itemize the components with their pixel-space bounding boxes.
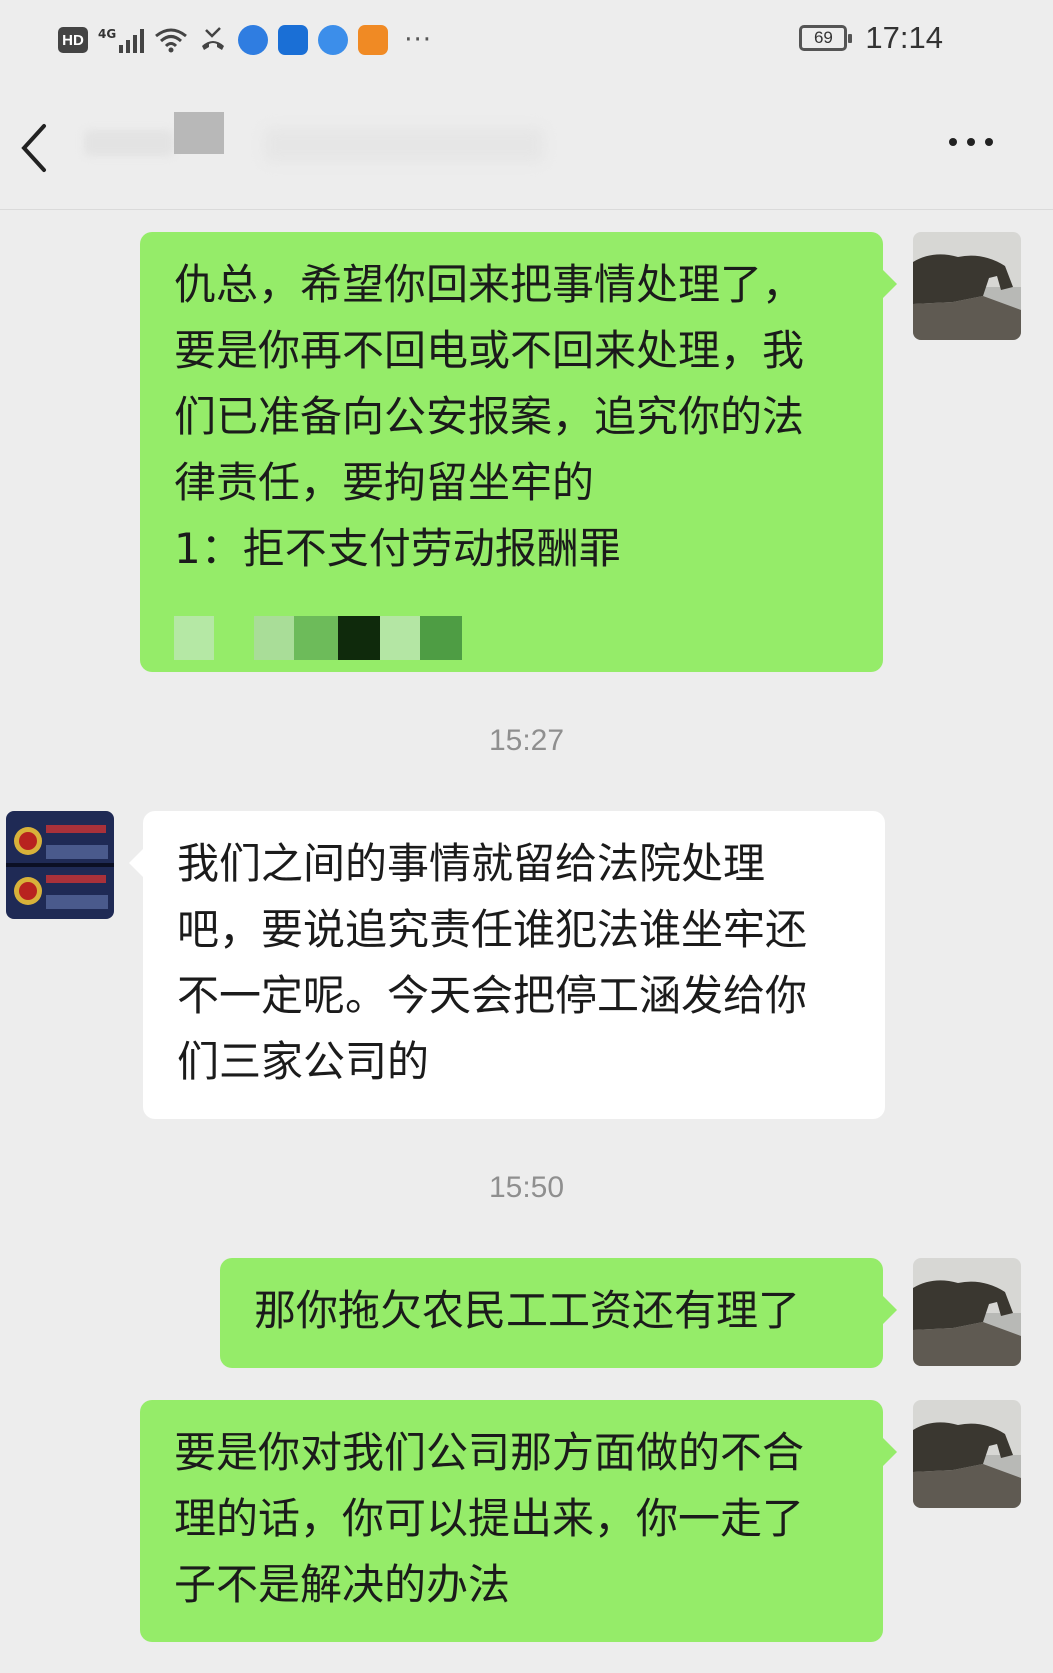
shield-app-icon	[278, 25, 309, 55]
message-line: 要是你对我们公司那方面做的不合	[174, 1428, 805, 1477]
message-line: 们三家公司的	[177, 1037, 430, 1086]
timestamp: 15:50	[488, 1171, 565, 1204]
message-line: 我们之间的事情就留给法院处理	[177, 839, 766, 888]
message-line: 子不是解决的办法	[174, 1560, 511, 1609]
more-notifications-indicator: ···	[404, 25, 432, 55]
message-line: 1：拒不支付劳动报酬罪	[174, 524, 621, 573]
chat-header	[0, 84, 1053, 210]
hd-badge: HD	[58, 27, 88, 53]
status-icons: HD 4G ···	[58, 22, 432, 58]
app-notification-icon-2	[318, 25, 349, 55]
status-right: 69 17:14	[799, 20, 943, 56]
message-line: 要是你再不回电或不回来处理，我	[174, 326, 805, 375]
chevron-left-icon[interactable]	[16, 120, 56, 176]
contact-avatar[interactable]	[6, 811, 114, 919]
message-line: 律责任，要拘留坐牢的	[174, 458, 595, 507]
message-bubble-sent[interactable]: 要是你对我们公司那方面做的不合 理的话，你可以提出来，你一走了 子不是解决的办法	[140, 1400, 897, 1642]
message-bubble-sent[interactable]: 仇总，希望你回来把事情处理了， 要是你再不回电或不回来处理，我 们已准备向公安报…	[140, 232, 897, 672]
wifi-icon	[155, 28, 188, 53]
my-avatar[interactable]	[913, 1258, 1021, 1366]
signal-icon: 4G	[98, 27, 145, 53]
message-bubble-received[interactable]: 我们之间的事情就留给法院处理 吧，要说追究责任谁犯法谁坐牢还 不一定呢。今天会把…	[129, 811, 885, 1119]
battery-icon: 69	[799, 25, 853, 51]
more-dots-icon[interactable]	[949, 138, 993, 146]
timestamp: 15:27	[488, 724, 565, 757]
battery-level: 69	[813, 28, 833, 47]
my-avatar[interactable]	[913, 232, 1021, 340]
message-bubble-sent[interactable]: 那你拖欠农民工工资还有理了	[220, 1258, 897, 1368]
message-line: 仇总，希望你回来把事情处理了，	[174, 260, 805, 309]
network-type: 4G	[98, 27, 117, 41]
message-line: 吧，要说追究责任谁犯法谁坐牢还	[177, 905, 808, 954]
tiger-app-icon	[358, 25, 389, 55]
message-line: 们已准备向公安报案，追究你的法	[174, 392, 805, 441]
missed-call-icon	[202, 27, 225, 50]
app-notification-icon	[238, 25, 269, 55]
status-bar: HD 4G ··· 69 17:14	[0, 0, 1053, 84]
my-avatar[interactable]	[913, 1400, 1021, 1508]
message-line: 不一定呢。今天会把停工涵发给你	[177, 971, 808, 1020]
message-line: 那你拖欠农民工工资还有理了	[254, 1286, 801, 1335]
message-line: 理的话，你可以提出来，你一走了	[174, 1494, 805, 1543]
status-time: 17:14	[865, 20, 943, 55]
chat-title-redacted	[84, 112, 564, 172]
